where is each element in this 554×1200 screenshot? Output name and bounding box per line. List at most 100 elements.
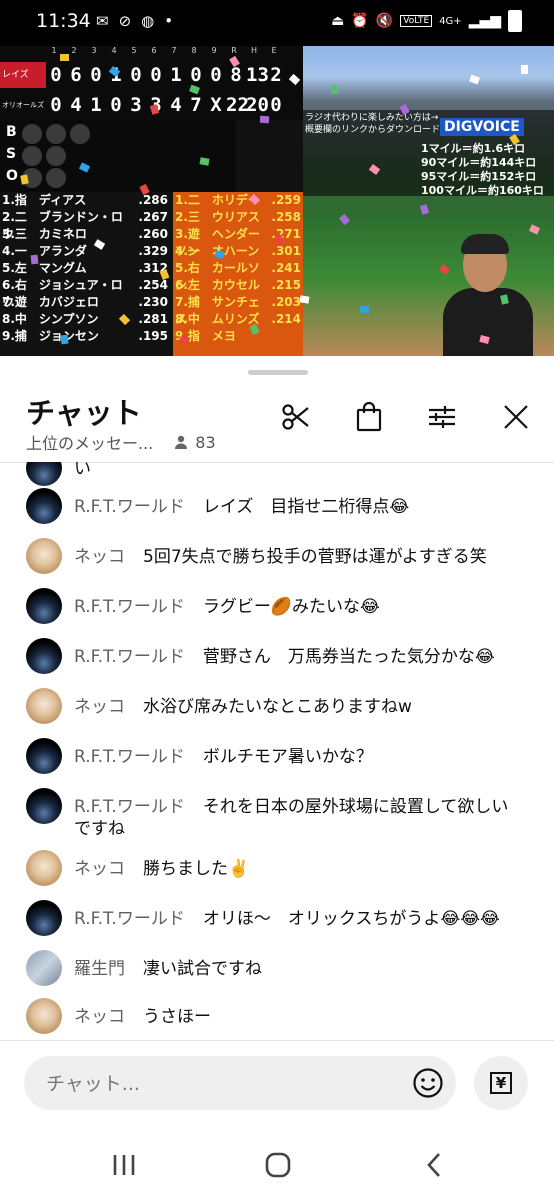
message-author[interactable]: R.F.T.ワールド — [74, 597, 185, 617]
message-author[interactable]: R.F.T.ワールド — [74, 797, 185, 817]
player-average: .215 — [271, 278, 301, 292]
score-cell: 4 — [70, 94, 82, 116]
score-cell: 0 — [50, 64, 62, 86]
inning-header: 6 — [151, 46, 157, 55]
chat-input[interactable] — [44, 1056, 408, 1112]
message-text: ボルチモア暑いかな？ — [202, 747, 373, 767]
drag-handle[interactable] — [248, 370, 308, 375]
lineup-row: 6.左 カウセル .215 — [173, 277, 303, 294]
dot-icon: • — [164, 12, 174, 30]
message-author[interactable]: R.F.T.ワールド — [74, 747, 185, 767]
confetti-piece — [259, 115, 270, 124]
message-author[interactable]: R.F.T.ワールド — [74, 909, 185, 929]
team-name: オリオールズ — [2, 101, 44, 109]
player-name: 6.左 カウセル — [175, 278, 260, 292]
message-body: R.F.T.ワールド ラグビー🏉みたいな😂 — [74, 596, 524, 618]
lineup-home: 1.二 ホリデー .259 2.三 ウリアス .258 3.遊 ヘンダーソン .271 4.… — [173, 192, 303, 356]
inning-header: R — [231, 46, 237, 55]
avatar[interactable] — [26, 788, 62, 824]
close-chat-button[interactable] — [499, 400, 533, 434]
avatar[interactable] — [26, 688, 62, 724]
chat-mode-selector[interactable]: 上位のメッセー... 83 — [26, 430, 216, 454]
viewer-count: 83 — [195, 432, 216, 452]
score-cell: 1 — [90, 94, 102, 116]
lineup-row: 1.二 ホリデー .259 — [173, 192, 303, 209]
signal-icon: ▂▄▆ — [468, 13, 501, 29]
message-body: ネッコ うさほー — [74, 1006, 524, 1028]
video-player[interactable]: 123456789RHE レイズ 0601001008132 オリオールズ 04… — [0, 46, 554, 356]
confetti-piece — [199, 157, 210, 166]
avatar[interactable] — [26, 850, 62, 886]
player-average: .286 — [138, 193, 168, 207]
lineup-row: 8.中 ムリンズ .214 — [173, 311, 303, 328]
message-text: 凄い試合ですね — [143, 959, 262, 979]
player-name: 9.指 メヨ — [175, 329, 236, 343]
message-author[interactable]: ネッコ — [74, 697, 125, 717]
message-author[interactable]: ネッコ — [74, 1007, 125, 1027]
lineup-row: 6.右 ジョシュア・ロウ .254 — [0, 277, 170, 309]
chat-input-container[interactable] — [24, 1056, 456, 1112]
confetti-piece — [299, 295, 310, 304]
message-author[interactable]: R.F.T.ワールド — [74, 647, 185, 667]
lineup-away: 1.指 ディアス .286 2.二 ブランドン・ロウ .267 3.三 カミネロ .260… — [0, 192, 170, 356]
score-cell: 1 — [170, 64, 182, 86]
count-dot — [46, 146, 66, 166]
player-average: .230 — [138, 295, 168, 309]
player-name: 3.遊 ヘンダーソン — [175, 227, 260, 258]
person-icon — [175, 435, 188, 449]
chat-settings-button[interactable] — [425, 400, 459, 434]
emoji-icon[interactable] — [412, 1067, 444, 1099]
shopping-bag-icon — [356, 401, 382, 432]
message-text: 5回7失点で勝ち投手の菅野は運がよすぎる笑 — [143, 547, 487, 567]
message-author[interactable]: ネッコ — [74, 547, 125, 567]
message-author[interactable]: R.F.T.ワールド — [74, 497, 185, 517]
lineup-row: 5.左 マングム .312 — [0, 260, 170, 277]
message-body: R.F.T.ワールド それを日本の屋外球場に設置して欲しいですね — [74, 796, 524, 840]
lineup-row: 4.一 アランダ .329 — [0, 243, 170, 260]
avatar[interactable] — [26, 588, 62, 624]
message-body: 羅生門 凄い試合ですね — [74, 958, 524, 980]
player-name: 2.三 ウリアス — [175, 210, 260, 224]
message-author[interactable]: ネッコ — [74, 859, 125, 879]
chat-message-list[interactable]: い R.F.T.ワールド レイズ 目指せ二桁得点😂 ネッコ 5回7失点で勝ち投手の菅野は… — [0, 462, 554, 1040]
avatar[interactable] — [26, 488, 62, 524]
score-cell: 0 — [190, 64, 202, 86]
player-average: .241 — [271, 261, 301, 275]
avatar[interactable] — [26, 950, 62, 986]
message-author[interactable]: 羅生門 — [74, 959, 125, 979]
score-cell: 0 — [210, 64, 222, 86]
shopping-button[interactable] — [352, 400, 386, 434]
team-name: レイズ — [0, 62, 46, 88]
lineup-row: 9.捕 ジョンセン .195 — [0, 328, 170, 345]
back-button[interactable] — [414, 1150, 454, 1180]
player-average: .329 — [138, 244, 168, 258]
player-average: .258 — [271, 210, 301, 224]
message-text: 菅野さん 万馬券当たった気分かな😂 — [202, 647, 495, 667]
avatar[interactable] — [26, 998, 62, 1034]
home-button[interactable] — [258, 1150, 298, 1180]
message-text: オリほ〜 オリックスちがうよ😂😂😂 — [202, 909, 500, 929]
avatar[interactable] — [26, 538, 62, 574]
lineup-row: 8.中 シンプソン .281 — [0, 311, 170, 328]
avatar[interactable] — [26, 462, 62, 486]
avatar[interactable] — [26, 900, 62, 936]
recents-button[interactable] — [104, 1150, 144, 1180]
clip-button[interactable] — [279, 400, 313, 434]
score-cell: 6 — [70, 64, 82, 86]
message-text: い — [74, 462, 91, 479]
back-icon — [427, 1153, 440, 1177]
status-time: 11:34 — [36, 10, 91, 32]
confetti-piece — [20, 174, 29, 185]
ball-label: B — [6, 124, 17, 140]
message-text: ラグビー🏉みたいな😂 — [202, 597, 380, 617]
score-cell: 0 — [110, 94, 122, 116]
avatar[interactable] — [26, 738, 62, 774]
score-cell: 7 — [190, 94, 202, 116]
home-icon — [265, 1152, 291, 1178]
avatar[interactable] — [26, 638, 62, 674]
super-chat-button[interactable]: ¥ — [474, 1056, 528, 1110]
chat-mode-label: 上位のメッセー... — [26, 434, 154, 453]
message-body: R.F.T.ワールド ボルチモア暑いかな？ — [74, 746, 524, 768]
score-cell: 4 — [170, 94, 182, 116]
message-body: R.F.T.ワールド オリほ〜 オリックスちがうよ😂😂😂 — [74, 908, 524, 930]
